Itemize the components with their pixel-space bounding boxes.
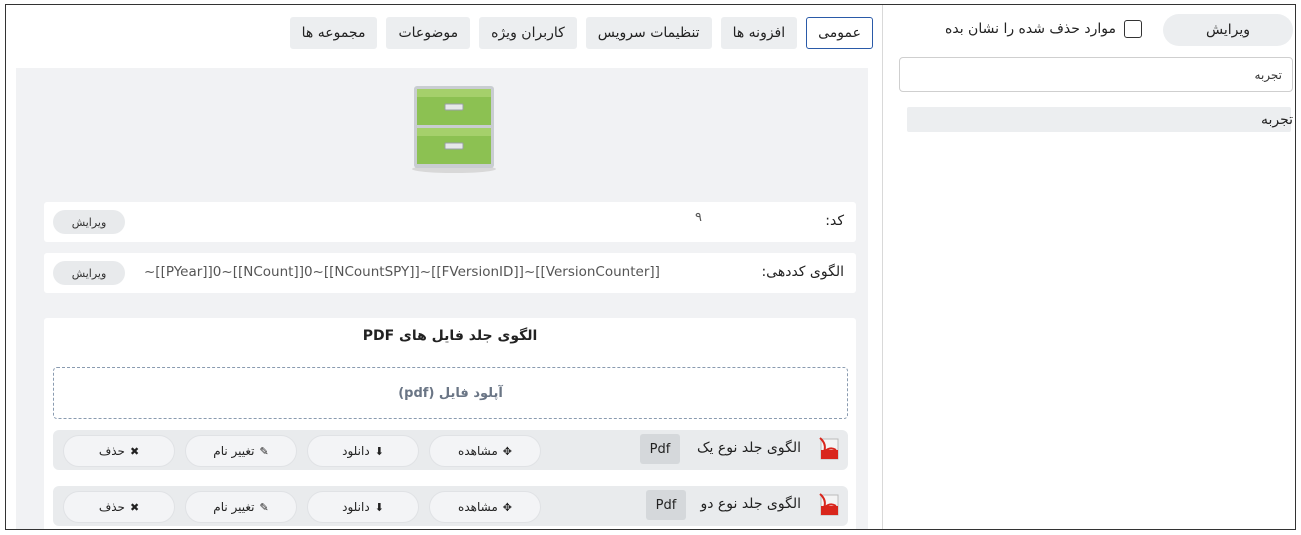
app-window: ویرایش موارد حذف شده را نشان بده تجربه ع…: [5, 4, 1296, 530]
download-button[interactable]: ⬇ دانلود: [307, 435, 419, 467]
pdf-file-icon: [819, 493, 839, 516]
view-label: مشاهده: [458, 444, 498, 458]
delete-button[interactable]: ✖ حذف: [63, 435, 175, 467]
download-button[interactable]: ⬇ دانلود: [307, 491, 419, 523]
tab-special-users[interactable]: کاربران ویژه: [479, 17, 577, 49]
file-ext-badge: Pdf: [646, 490, 686, 520]
file-name: الگوی جلد نوع یک: [697, 440, 801, 456]
show-deleted-toggle[interactable]: موارد حذف شده را نشان بده: [945, 20, 1142, 38]
pattern-value: ~[[PYear]]0~[[NCount]]0~[[NCountSPY]]~[[…: [144, 264, 660, 280]
pencil-icon: ✎: [259, 444, 269, 458]
tree-item-label: تجربه: [1260, 111, 1293, 128]
delete-label: حذف: [98, 444, 125, 458]
code-label: کد:: [825, 213, 844, 229]
tree-item[interactable]: تجربه: [907, 107, 1293, 132]
file-row: ✖ حذف ✎ تغییر نام ⬇ دانلود ✥ مشاهده Pdf …: [53, 430, 848, 470]
code-value: ۹: [695, 210, 702, 225]
tab-plugins[interactable]: افزونه ها: [720, 17, 798, 49]
pattern-label: الگوی کددهی:: [761, 264, 844, 280]
expand-icon: ✥: [502, 444, 512, 458]
sidebar-edit-button[interactable]: ویرایش: [1163, 14, 1293, 46]
rename-label: تغییر نام: [213, 444, 255, 458]
tab-general[interactable]: عمومی: [806, 17, 873, 49]
view-label: مشاهده: [458, 500, 498, 514]
tab-topics[interactable]: موضوعات: [386, 17, 471, 49]
tab-bar: عمومی افزونه ها تنظیمات سرویس کاربران وی…: [289, 17, 873, 49]
file-ext-badge: Pdf: [640, 434, 680, 464]
code-edit-button[interactable]: ویرایش: [53, 210, 125, 234]
delete-button[interactable]: ✖ حذف: [63, 491, 175, 523]
rename-button[interactable]: ✎ تغییر نام: [185, 491, 297, 523]
pattern-edit-button[interactable]: ویرایش: [53, 261, 125, 285]
sidebar-search-input[interactable]: [899, 57, 1293, 92]
download-label: دانلود: [342, 500, 370, 514]
show-deleted-label: موارد حذف شده را نشان بده: [945, 21, 1116, 37]
pattern-row: الگوی کددهی: ~[[PYear]]0~[[NCount]]0~[[N…: [44, 253, 856, 293]
sidebar: ویرایش موارد حذف شده را نشان بده تجربه: [882, 5, 1295, 529]
pdf-file-icon: [819, 437, 839, 460]
code-row: کد: ۹ ویرایش: [44, 202, 856, 242]
tab-service-settings[interactable]: تنظیمات سرویس: [585, 17, 712, 49]
close-icon: ✖: [129, 444, 140, 458]
view-button[interactable]: ✥ مشاهده: [429, 435, 541, 467]
rename-label: تغییر نام: [213, 500, 255, 514]
rename-button[interactable]: ✎ تغییر نام: [185, 435, 297, 467]
upload-dropzone[interactable]: آپلود فایل (pdf): [53, 367, 848, 419]
main-panel: کد: ۹ ویرایش الگوی کددهی: ~[[PYear]]0~[[…: [16, 68, 868, 529]
delete-label: حذف: [98, 500, 125, 514]
pdf-section-title: الگوی جلد فایل های PDF: [362, 328, 538, 344]
pencil-icon: ✎: [259, 500, 269, 514]
download-icon: ⬇: [374, 444, 384, 458]
file-row: ✖ حذف ✎ تغییر نام ⬇ دانلود ✥ مشاهده Pdf …: [53, 486, 848, 526]
close-icon: ✖: [129, 500, 140, 514]
download-label: دانلود: [342, 444, 370, 458]
expand-icon: ✥: [502, 500, 512, 514]
file-cabinet-icon: [412, 86, 496, 173]
view-button[interactable]: ✥ مشاهده: [429, 491, 541, 523]
show-deleted-checkbox[interactable]: [1124, 20, 1142, 38]
download-icon: ⬇: [374, 500, 384, 514]
file-name: الگوی جلد نوع دو: [700, 496, 801, 512]
pdf-templates-card: الگوی جلد فایل های PDF آپلود فایل (pdf) …: [44, 318, 856, 529]
tab-collections[interactable]: مجموعه ها: [289, 17, 378, 49]
